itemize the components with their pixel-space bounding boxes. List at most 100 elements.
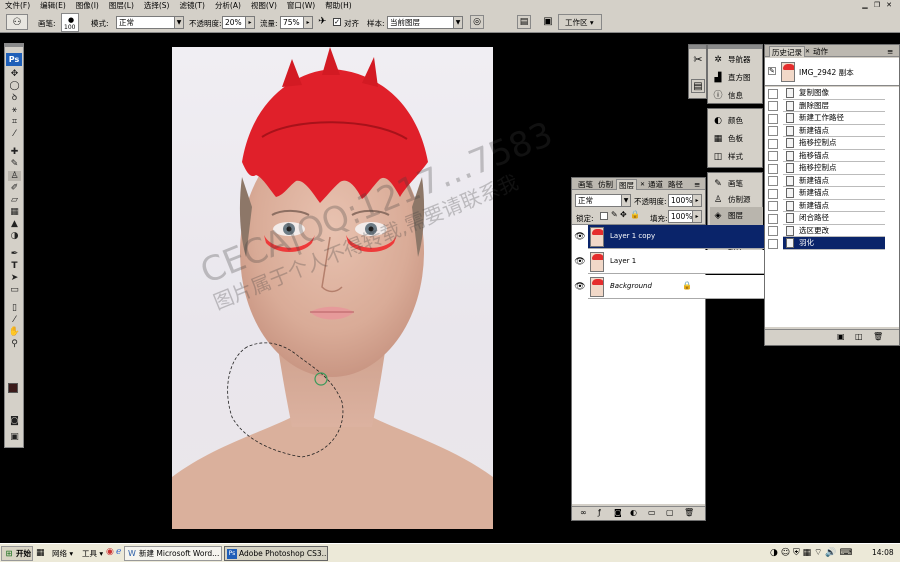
menu-file[interactable]: 文件(F)	[0, 0, 35, 11]
history-item[interactable]: 新建锚点	[783, 124, 885, 137]
move-tool-icon[interactable]: ✥	[8, 69, 21, 79]
history-item[interactable]: 拖移控制点	[783, 137, 885, 150]
dock-color[interactable]: ◐ 颜色	[710, 112, 763, 130]
zoom-tool-icon[interactable]: ⚲	[8, 339, 21, 349]
history-item[interactable]: 新建锚点	[783, 187, 885, 200]
visibility-eye-icon[interactable]: 👁	[573, 225, 587, 249]
lock-transparent-icon[interactable]	[600, 212, 608, 220]
opacity-field[interactable]: 20% ▸	[222, 16, 255, 29]
flow-field[interactable]: 75% ▸	[280, 16, 313, 29]
task-word[interactable]: W 新建 Microsoft Word...	[124, 546, 222, 561]
history-snapshot[interactable]: ✎ IMG_2942 副本	[765, 58, 899, 86]
new-snapshot-icon[interactable]: ◫	[855, 332, 863, 341]
dock-histogram[interactable]: ▟ 直方图	[710, 69, 763, 87]
history-brush-tool-icon[interactable]: ✐	[8, 183, 21, 193]
task-photoshop[interactable]: Ps Adobe Photoshop CS3...	[224, 546, 328, 561]
tray-input-icon[interactable]: ⌨	[839, 548, 852, 558]
tray-wifi-icon[interactable]: ⌔	[814, 548, 822, 558]
type-tool-icon[interactable]: T	[8, 261, 21, 271]
history-state-checkbox[interactable]	[768, 188, 778, 199]
tray-people-icon[interactable]: ☺	[781, 548, 790, 558]
workspace-icon[interactable]: ▣	[540, 15, 556, 29]
tab-clone[interactable]: 仿制	[596, 179, 615, 190]
magic-wand-tool-icon[interactable]: ⚹	[8, 105, 21, 115]
notes-tool-icon[interactable]: ▯	[8, 303, 21, 313]
history-item[interactable]: 新建锚点	[783, 174, 885, 187]
tray-speaker-icon[interactable]: 🔊	[825, 548, 836, 558]
menu-layer[interactable]: 图层(L)	[104, 0, 139, 11]
dock-grip[interactable]	[689, 45, 706, 49]
tray-network-icon[interactable]: ▦	[803, 548, 812, 558]
history-state-checkbox[interactable]	[768, 213, 778, 224]
menu-edit[interactable]: 编辑(E)	[35, 0, 71, 11]
history-state-checkbox[interactable]	[768, 201, 778, 211]
crop-tool-icon[interactable]: ⌗	[8, 117, 21, 127]
hand-tool-icon[interactable]: ✋	[8, 327, 21, 337]
browser-icon[interactable]: ◉	[106, 547, 114, 557]
trash-icon[interactable]: 🗑	[684, 508, 694, 517]
history-state-checkbox[interactable]	[768, 113, 778, 124]
clone-stamp-tool-icon[interactable]: ♙	[8, 171, 21, 181]
brush-tool-icon[interactable]: ✎	[8, 159, 21, 169]
eraser-tool-icon[interactable]: ▱	[8, 195, 21, 205]
tray-app-icon[interactable]: ◑	[770, 548, 778, 558]
panel-menu-icon[interactable]: ≡	[692, 179, 702, 190]
history-state-checkbox[interactable]	[768, 163, 778, 174]
start-button[interactable]: ⊞ 开始	[1, 546, 33, 561]
history-item[interactable]: 新建工作路径	[783, 112, 885, 125]
shape-tool-icon[interactable]: ▭	[8, 285, 21, 295]
blur-tool-icon[interactable]: ▲	[8, 219, 21, 229]
aligned-checkbox[interactable]: ✓	[333, 18, 341, 26]
layer-style-icon[interactable]: ƒ	[598, 508, 601, 517]
toolbox-grip[interactable]	[5, 44, 23, 47]
path-selection-tool-icon[interactable]: ➤	[8, 273, 21, 283]
dodge-tool-icon[interactable]: ◑	[8, 231, 21, 241]
history-item[interactable]: 新建锚点	[783, 199, 885, 212]
airbrush-icon[interactable]: ✈	[318, 16, 330, 28]
fill-field[interactable]: 100% ▸	[668, 210, 702, 223]
ignore-adjustment-icon[interactable]: ◎	[470, 15, 484, 29]
menu-select[interactable]: 选择(S)	[139, 0, 175, 11]
sample-select[interactable]: 当前图层 ▼	[387, 16, 463, 29]
history-state-checkbox[interactable]	[768, 101, 778, 111]
dock-navigator[interactable]: ✲ 导航器	[710, 51, 763, 69]
menu-window[interactable]: 窗口(W)	[282, 0, 320, 11]
history-item[interactable]: 羽化	[783, 237, 885, 250]
lasso-tool-icon[interactable]: ꝺ	[8, 93, 21, 103]
tool-presets-icon[interactable]: ✂	[691, 53, 705, 67]
menu-analysis[interactable]: 分析(A)	[210, 0, 246, 11]
show-desktop-icon[interactable]: ▦	[36, 548, 45, 558]
dock-grip[interactable]	[708, 45, 762, 49]
history-state-checkbox[interactable]	[768, 138, 778, 149]
history-item[interactable]: 拖移锚点	[783, 149, 885, 162]
layer-row[interactable]: Layer 1 copy	[588, 225, 766, 249]
history-item[interactable]: 选区更改	[783, 224, 885, 237]
tools-toolbar[interactable]: 工具 ▾	[82, 548, 103, 559]
layer-mask-icon[interactable]: ◙	[614, 508, 622, 517]
history-item[interactable]: 删除图层	[783, 99, 885, 112]
link-layers-icon[interactable]: ∞	[580, 508, 587, 517]
workspace-button[interactable]: 工作区 ▾	[558, 14, 602, 30]
new-layer-icon[interactable]: ▢	[666, 508, 674, 517]
history-state-checkbox[interactable]	[768, 238, 778, 249]
eyedropper-2-tool-icon[interactable]: ⁄	[8, 315, 21, 325]
ie-icon[interactable]: ℯ	[116, 547, 121, 557]
history-item[interactable]: 复制图像	[783, 87, 885, 100]
history-state-checkbox[interactable]	[768, 151, 778, 161]
eyedropper-tool-icon[interactable]: ⁄	[8, 129, 21, 139]
brush-picker[interactable]: ● 100	[61, 13, 79, 32]
lock-image-icon[interactable]: ✎	[611, 210, 618, 219]
dock-styles[interactable]: ◫ 样式	[710, 148, 763, 166]
restore-icon[interactable]: ❐	[872, 0, 882, 10]
tab-channels[interactable]: 通道	[646, 179, 665, 190]
lock-all-icon[interactable]: 🔒	[630, 210, 640, 219]
tab-actions[interactable]: 动作	[811, 46, 830, 57]
marquee-tool-icon[interactable]: ◯	[8, 81, 21, 91]
layer-row[interactable]: Layer 1	[588, 250, 766, 274]
new-document-icon[interactable]: ▣	[837, 332, 845, 341]
palette-well-icon[interactable]: ▤	[517, 15, 531, 29]
panel-menu-icon[interactable]: ≡	[885, 46, 895, 57]
history-item[interactable]: 闭合路径	[783, 212, 885, 225]
dock-swatches[interactable]: ▦ 色板	[710, 130, 763, 148]
minimize-icon[interactable]: ▁	[860, 0, 870, 10]
